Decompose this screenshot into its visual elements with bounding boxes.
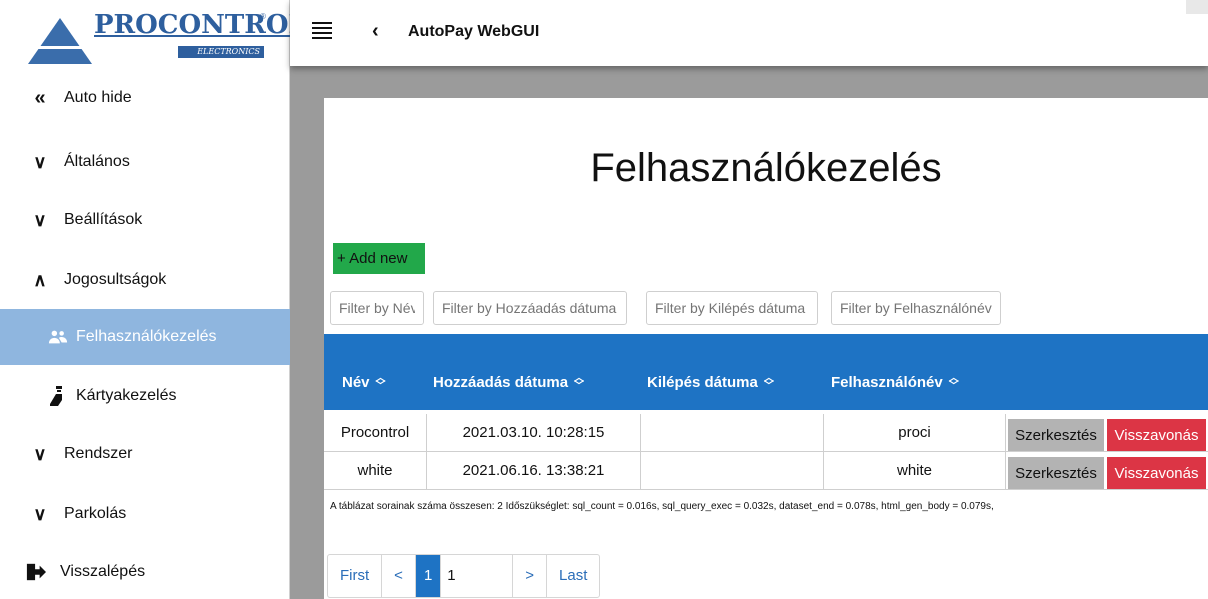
page-title: Felhasználókezelés xyxy=(590,146,942,190)
cell-name: Procontrol xyxy=(324,414,427,452)
pagination: First < 1 1 > Last xyxy=(327,554,601,598)
add-new-button[interactable]: + Add new xyxy=(333,243,425,274)
chevron-down-icon: ∨ xyxy=(33,443,47,464)
procontrol-logo[interactable]: PROCONTROL ® ELECTRONICS xyxy=(28,8,307,66)
cell-added: 2021.06.16. 13:38:21 xyxy=(427,452,641,490)
table-row: Procontrol 2021.03.10. 10:28:15 proci Sz… xyxy=(324,414,1208,452)
filter-added-date-input[interactable] xyxy=(433,291,627,325)
back-chevron-icon[interactable]: ‹ xyxy=(372,20,379,43)
column-header-username[interactable]: Felhasználónév ︿ ﹀ xyxy=(831,373,959,393)
sidebar-item-altalanos[interactable]: ∨ Általános xyxy=(0,134,290,190)
revoke-button[interactable]: Visszavonás xyxy=(1107,457,1206,489)
corner-box xyxy=(1186,0,1208,14)
sidebar-item-visszalepes[interactable]: Visszalépés xyxy=(0,544,290,599)
app-title: AutoPay WebGUI xyxy=(408,23,540,40)
column-header-name[interactable]: Név ︿ ﹀ xyxy=(342,373,386,393)
sidebar-item-rendszer[interactable]: ∨ Rendszer xyxy=(0,426,290,482)
cell-username: proci xyxy=(824,414,1006,452)
sidebar: PROCONTROL ® ELECTRONICS « Auto hide ∨ Á… xyxy=(0,0,307,599)
revoke-button[interactable]: Visszavonás xyxy=(1107,419,1206,451)
cell-added: 2021.03.10. 10:28:15 xyxy=(427,414,641,452)
sort-icon: ︿ ﹀ xyxy=(948,373,959,393)
pager-current-page[interactable]: 1 xyxy=(415,555,442,597)
pager-prev[interactable]: < xyxy=(382,555,416,597)
cell-exit xyxy=(641,452,824,490)
users-icon xyxy=(48,329,68,345)
chevron-down-icon: ∨ xyxy=(33,151,47,172)
pager-last[interactable]: Last xyxy=(547,555,599,597)
column-header-exit[interactable]: Kilépés dátuma ︿ ﹀ xyxy=(647,373,774,393)
logo-brand: PROCONTROL xyxy=(94,10,307,40)
filter-name-input[interactable] xyxy=(330,291,424,325)
hamburger-menu-icon[interactable] xyxy=(312,22,332,40)
top-bar: ‹ AutoPay WebGUI xyxy=(290,0,1208,66)
sort-icon: ︿ ﹀ xyxy=(375,373,386,393)
chevron-down-icon: ∨ xyxy=(33,503,47,524)
sidebar-item-beallitasok[interactable]: ∨ Beállítások xyxy=(0,192,290,248)
card-reader-icon xyxy=(48,384,68,408)
pager-next[interactable]: > xyxy=(513,555,548,597)
sort-icon: ︿ ﹀ xyxy=(763,373,774,393)
edit-button[interactable]: Szerkesztés xyxy=(1008,457,1104,489)
sort-icon: ︿ ﹀ xyxy=(574,373,585,393)
double-chevron-left-icon: « xyxy=(34,86,46,109)
cell-exit xyxy=(641,414,824,452)
logo-triangle-icon xyxy=(28,18,92,64)
pager-first[interactable]: First xyxy=(328,555,383,597)
table-row: white 2021.06.16. 13:38:21 white Szerkes… xyxy=(324,452,1208,490)
chevron-up-icon: ∧ xyxy=(33,269,47,290)
sidebar-item-jogosultsagok[interactable]: ∧ Jogosultságok xyxy=(0,252,290,308)
table-header xyxy=(324,334,1208,410)
sidebar-item-parkolas[interactable]: ∨ Parkolás xyxy=(0,486,290,542)
chevron-down-icon: ∨ xyxy=(33,209,47,230)
sidebar-item-felhasznalokezeles[interactable]: Felhasználókezelés xyxy=(0,309,290,365)
filter-username-input[interactable] xyxy=(831,291,1001,325)
cell-name: white xyxy=(324,452,427,490)
sidebar-item-kartyakezeles[interactable]: Kártyakezelés xyxy=(0,368,290,424)
column-header-added[interactable]: Hozzáadás dátuma ︿ ﹀ xyxy=(433,373,585,393)
cell-username: white xyxy=(824,452,1006,490)
pager-page-input[interactable]: 1 xyxy=(441,555,514,597)
table-stats: A táblázat sorainak száma összesen: 2 Id… xyxy=(330,501,994,512)
main-panel: Felhasználókezelés + Add new Név︿﹀ Hozzá… xyxy=(324,98,1208,599)
sidebar-item-auto-hide[interactable]: « Auto hide xyxy=(0,70,290,126)
logo-sub: ELECTRONICS xyxy=(178,46,264,58)
edit-button[interactable]: Szerkesztés xyxy=(1008,419,1104,451)
logout-icon xyxy=(26,562,46,582)
logo-registered: ® xyxy=(260,12,266,21)
filter-exit-date-input[interactable] xyxy=(646,291,818,325)
